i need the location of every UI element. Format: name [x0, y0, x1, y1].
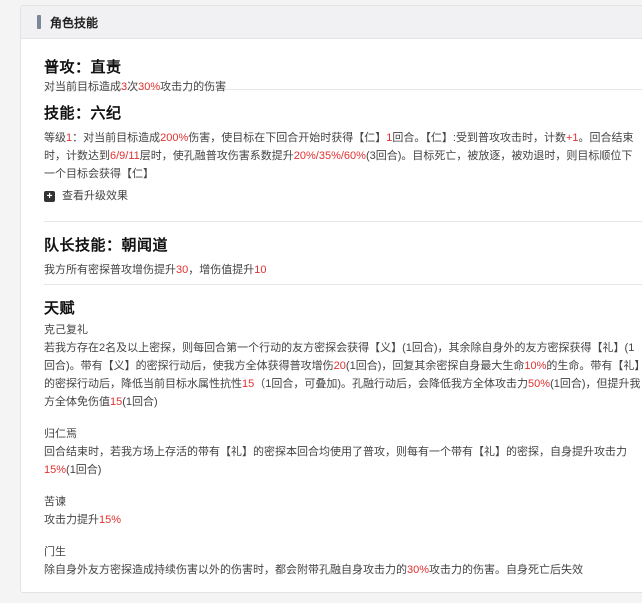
talent-spacer: [44, 411, 642, 425]
highlight-value: 30: [176, 264, 189, 276]
talent-name: 克己复礼: [44, 324, 88, 336]
highlight-value: 10: [254, 264, 267, 276]
highlight-value: 10%: [524, 360, 547, 372]
leader-skill-section: 队长技能：朝闻道 我方所有密探普攻增伤提升30，增伤值提升10: [44, 222, 642, 285]
highlight-value: 50%: [528, 378, 551, 390]
text-segment: (1回合): [122, 396, 158, 408]
skills-content: 普攻：直责 对当前目标造成3次30%攻击力的伤害 技能：六纪 等级1：对当前目标…: [21, 39, 642, 579]
panel-header: 角色技能: [21, 6, 642, 39]
highlight-value: 15: [242, 378, 255, 390]
text-segment: ，增伤值提升: [188, 264, 255, 276]
talent-item: 归仁焉回合结束时，若我方场上存活的带有【礼】的密探本回合均使用了普攻，则每有一个…: [44, 425, 642, 479]
normal-attack-title: 普攻：直责: [44, 59, 122, 76]
talent-item: 苦谏攻击力提升15%: [44, 493, 642, 529]
talent-item: 门生除自身外友方密探造成持续伤害以外的伤害时，都会附带孔融自身攻击力的30%攻击…: [44, 543, 642, 579]
view-upgrade-button[interactable]: + 查看升级效果: [44, 189, 642, 221]
highlight-value: 6/9/11: [110, 150, 140, 162]
text-segment: 伤害，使目标在下回合开始时获得【仁】: [188, 132, 387, 144]
highlight-value: 15%: [99, 514, 122, 526]
highlight-value: 20%/35%/60%: [293, 150, 366, 162]
text-segment: 攻击力提升: [44, 514, 99, 526]
skill-section: 技能：六纪 等级1：对当前目标造成200%伤害，使目标在下回合开始时获得【仁】1…: [44, 90, 642, 222]
talent-name: 门生: [44, 546, 66, 558]
leader-skill-desc: 我方所有密探普攻增伤提升30，增伤值提升10: [44, 261, 642, 279]
text-segment: 层时，使孔融普攻伤害系数提升: [139, 150, 294, 162]
text-segment: （1回合，可叠加)。孔融行动后，会降低我方全体攻击力: [254, 378, 529, 390]
talent-spacer: [44, 479, 642, 493]
panel-title: 角色技能: [50, 16, 99, 30]
text-segment: 等级: [44, 132, 66, 144]
highlight-value: +1: [565, 132, 579, 144]
text-segment: (1回合)，回复其余密探自身最大生命: [345, 360, 525, 372]
highlight-value: 15: [110, 396, 123, 408]
talent-desc: 回合结束时，若我方场上存活的带有【礼】的密探本回合均使用了普攻，则每有一个带有【…: [44, 443, 642, 479]
text-segment: 回合。【仁】:受到普攻攻击时，计数: [392, 132, 566, 144]
text-segment: 我方所有密探普攻增伤提升: [44, 264, 176, 276]
normal-attack-section: 普攻：直责 对当前目标造成3次30%攻击力的伤害: [44, 39, 642, 93]
talents-section: 天赋 克己复礼若我方存在2名及以上密探，则每回合第一个行动的友方密探会获得【义】…: [44, 285, 642, 579]
leader-skill-title: 队长技能：朝闻道: [44, 237, 169, 254]
skill-title: 技能：六纪: [44, 105, 122, 122]
highlight-value: 30%: [138, 81, 161, 93]
text-segment: 次: [127, 81, 139, 93]
text-segment: 回合结束时，若我方场上存活的带有【礼】的密探本回合均使用了普攻，则每有一个带有【…: [44, 446, 627, 458]
highlight-value: 200%: [160, 132, 189, 144]
text-segment: ：对当前目标造成: [72, 132, 161, 144]
header-accent-bar: [37, 15, 41, 29]
text-segment: (1回合): [66, 464, 102, 476]
view-upgrade-label: 查看升级效果: [62, 190, 128, 202]
talent-list: 克己复礼若我方存在2名及以上密探，则每回合第一个行动的友方密探会获得【义】(1回…: [44, 321, 642, 579]
talent-item: 克己复礼若我方存在2名及以上密探，则每回合第一个行动的友方密探会获得【义】(1回…: [44, 321, 642, 411]
plus-square-icon: +: [44, 191, 55, 202]
character-skills-panel: 角色技能 普攻：直责 对当前目标造成3次30%攻击力的伤害 技能：六纪 等级1：…: [20, 5, 642, 593]
text-segment: 攻击力的伤害: [160, 81, 227, 93]
highlight-value: 30%: [407, 564, 430, 576]
talent-name: 苦谏: [44, 496, 66, 508]
skill-desc: 等级1：对当前目标造成200%伤害，使目标在下回合开始时获得【仁】1回合。【仁】…: [44, 129, 640, 183]
talent-desc: 若我方存在2名及以上密探，则每回合第一个行动的友方密探会获得【义】(1回合)，其…: [44, 339, 642, 411]
highlight-value: 15%: [44, 464, 67, 476]
talent-name: 归仁焉: [44, 428, 77, 440]
highlight-value: 20: [333, 360, 346, 372]
text-segment: 攻击力的伤害。自身死亡后失效: [429, 564, 584, 576]
text-segment: 对当前目标造成: [44, 81, 121, 93]
talents-title: 天赋: [44, 300, 76, 317]
talent-desc: 攻击力提升15%: [44, 511, 642, 529]
text-segment: 除自身外友方密探造成持续伤害以外的伤害时，都会附带孔融自身攻击力的: [44, 564, 407, 576]
talent-spacer: [44, 529, 642, 543]
talent-desc: 除自身外友方密探造成持续伤害以外的伤害时，都会附带孔融自身攻击力的30%攻击力的…: [44, 561, 642, 579]
